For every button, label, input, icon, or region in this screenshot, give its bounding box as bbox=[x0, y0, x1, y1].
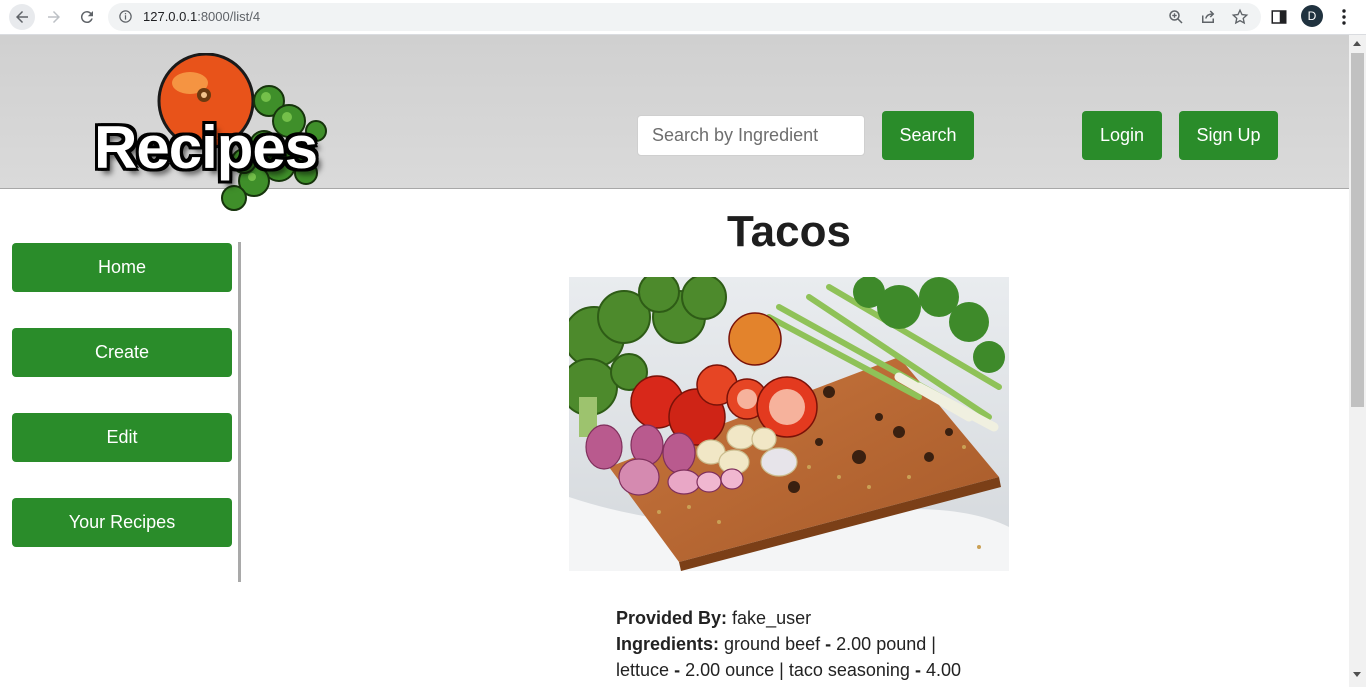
forward-icon[interactable] bbox=[41, 4, 67, 30]
bookmark-star-icon[interactable] bbox=[1231, 8, 1249, 26]
ingredients-line: Ingredients: ground beef - 2.00 pound | … bbox=[616, 634, 962, 680]
search-input[interactable] bbox=[637, 115, 865, 156]
ingredients-label: Ingredients: bbox=[616, 634, 720, 654]
kebab-menu-icon[interactable] bbox=[1336, 8, 1352, 26]
profile-avatar[interactable]: D bbox=[1301, 5, 1323, 27]
sidebar-item-create[interactable]: Create bbox=[12, 328, 232, 377]
sidebar-item-your-recipes[interactable]: Your Recipes bbox=[12, 498, 232, 547]
logo-text: Recipes bbox=[94, 114, 318, 181]
url-path: :8000/list/4 bbox=[197, 9, 261, 24]
ingredient-amount: 2.00 ounce bbox=[685, 660, 775, 680]
profile-initial: D bbox=[1307, 9, 1317, 23]
side-panel-icon[interactable] bbox=[1270, 8, 1288, 26]
sidebar-nav: Home Create Edit Your Recipes bbox=[0, 242, 241, 582]
share-icon[interactable] bbox=[1199, 8, 1217, 26]
recipe-details: Provided By: fake_user Ingredients: grou… bbox=[616, 605, 976, 683]
ingredient-name: taco seasoning bbox=[788, 660, 910, 680]
url-host: 127.0.0.1 bbox=[143, 9, 198, 24]
ingredient-item: lettuce - 2.00 ounce bbox=[616, 660, 775, 680]
page-scrollbar[interactable] bbox=[1349, 35, 1366, 687]
page-viewport: Recipes Search Login Sign Up Home Create… bbox=[0, 35, 1349, 687]
ingredient-item: ground beef - 2.00 pound bbox=[724, 634, 927, 654]
ingredient-name: ground beef bbox=[724, 634, 821, 654]
info-icon[interactable] bbox=[118, 9, 133, 24]
ingredient-name: lettuce bbox=[616, 660, 670, 680]
url-text: 127.0.0.1:8000/list/4 bbox=[143, 9, 260, 24]
browser-toolbar: 127.0.0.1:8000/list/4 D bbox=[0, 0, 1366, 35]
signup-button[interactable]: Sign Up bbox=[1179, 111, 1278, 160]
sidebar-item-home[interactable]: Home bbox=[12, 243, 232, 292]
site-logo[interactable]: Recipes bbox=[94, 53, 334, 213]
sidebar-item-edit[interactable]: Edit bbox=[12, 413, 232, 462]
provided-by-line: Provided By: fake_user bbox=[616, 605, 976, 631]
scroll-up-icon[interactable] bbox=[1353, 41, 1361, 46]
ingredient-amount: 2.00 pound bbox=[836, 634, 927, 654]
ingredient-amount: 4.00 bbox=[925, 660, 962, 680]
scroll-down-icon[interactable] bbox=[1353, 672, 1361, 677]
ingredient-item: taco seasoning - 4.00 bbox=[788, 660, 962, 680]
search-button[interactable]: Search bbox=[882, 111, 974, 160]
reload-icon[interactable] bbox=[74, 4, 100, 30]
address-bar[interactable]: 127.0.0.1:8000/list/4 bbox=[108, 3, 1261, 31]
provided-by-label: Provided By: bbox=[616, 608, 728, 628]
scroll-thumb[interactable] bbox=[1351, 53, 1364, 407]
provided-by-value: fake_user bbox=[732, 608, 812, 628]
login-button[interactable]: Login bbox=[1082, 111, 1162, 160]
recipe-image bbox=[569, 277, 1009, 571]
back-icon[interactable] bbox=[9, 4, 35, 30]
zoom-icon[interactable] bbox=[1167, 8, 1185, 26]
recipe-title: Tacos bbox=[727, 207, 851, 256]
